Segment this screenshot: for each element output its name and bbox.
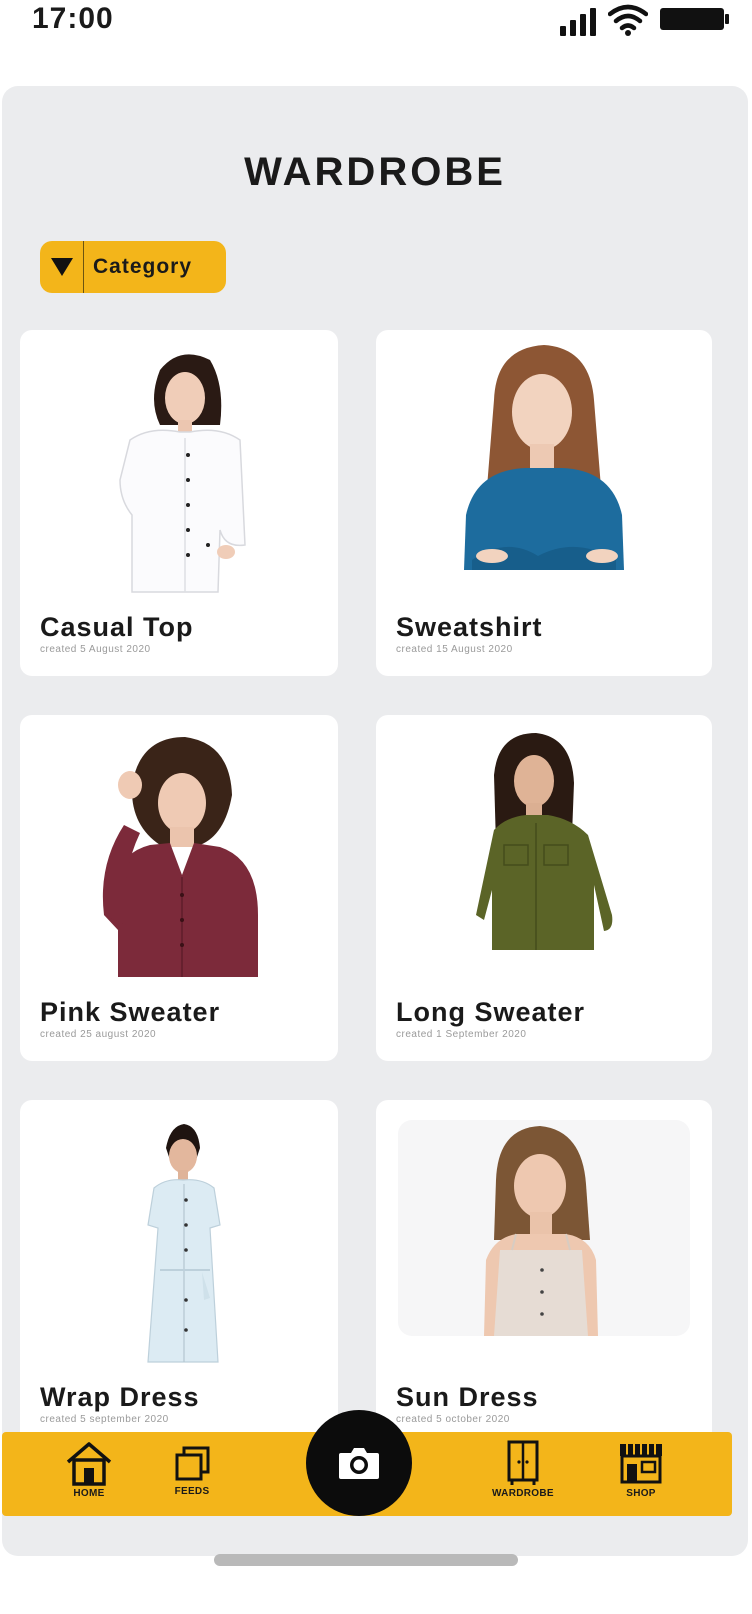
- wardrobe-item-card[interactable]: Long Sweater created 1 September 2020: [376, 715, 712, 1061]
- item-name: Wrap Dress: [40, 1382, 200, 1412]
- wardrobe-item-card[interactable]: Pink Sweater created 25 august 2020: [20, 715, 338, 1061]
- category-filter-label: Category: [93, 255, 193, 278]
- nav-shop-label: SHOP: [626, 1488, 656, 1499]
- sweatshirt-photo: [464, 345, 624, 570]
- shop-icon: [620, 1444, 662, 1484]
- nav-home[interactable]: HOME: [64, 1440, 114, 1499]
- wardrobe-panel: WARDROBE Category Casual Top created 5 A…: [2, 86, 748, 1556]
- camera-icon: [339, 1448, 379, 1479]
- item-date: created 1 September 2020: [396, 1029, 527, 1040]
- dropdown-triangle-icon: [40, 241, 84, 293]
- wrap-dress-photo: [147, 1124, 221, 1363]
- home-icon: [66, 1442, 112, 1486]
- sun-dress-photo: [398, 1120, 690, 1336]
- wardrobe-item-card[interactable]: Wrap Dress created 5 september 2020: [20, 1100, 338, 1446]
- nav-feeds[interactable]: FEEDS: [172, 1440, 212, 1497]
- battery-icon: [660, 8, 729, 30]
- item-date: created 5 August 2020: [40, 644, 151, 655]
- pink-sweater-photo: [102, 737, 258, 977]
- nav-wardrobe-label: WARDROBE: [492, 1488, 554, 1499]
- item-name: Pink Sweater: [40, 997, 221, 1027]
- long-sweater-photo: [476, 733, 613, 950]
- camera-button[interactable]: [306, 1410, 412, 1516]
- home-indicator[interactable]: [214, 1554, 518, 1566]
- nav-feeds-label: FEEDS: [174, 1486, 210, 1497]
- wardrobe-icon: [507, 1440, 539, 1485]
- wardrobe-screen: 17:00 WARDROBE Category Casual Top creat…: [0, 0, 752, 1614]
- wifi-icon: [608, 4, 648, 36]
- item-date: created 25 august 2020: [40, 1029, 157, 1040]
- item-name: Sun Dress: [396, 1382, 539, 1412]
- nav-home-label: HOME: [73, 1488, 105, 1499]
- wardrobe-item-card[interactable]: Sun Dress created 5 october 2020: [376, 1100, 712, 1446]
- status-time: 17:00: [32, 2, 114, 35]
- item-name: Long Sweater: [396, 997, 586, 1027]
- casual-top-photo: [119, 354, 246, 593]
- item-date: created 5 october 2020: [396, 1414, 510, 1425]
- status-icons: [560, 4, 729, 36]
- wardrobe-item-card[interactable]: Sweatshirt created 15 August 2020: [376, 330, 712, 676]
- item-name: Casual Top: [40, 612, 194, 642]
- category-filter-button[interactable]: Category: [40, 241, 226, 293]
- signal-icon: [560, 6, 596, 36]
- nav-shop[interactable]: SHOP: [616, 1440, 666, 1499]
- feeds-icon: [175, 1446, 210, 1481]
- wardrobe-item-card[interactable]: Casual Top created 5 August 2020: [20, 330, 338, 676]
- page-title: WARDROBE: [244, 150, 506, 194]
- item-date: created 15 August 2020: [396, 644, 513, 655]
- status-bar: 17:00: [0, 0, 752, 44]
- item-date: created 5 september 2020: [40, 1414, 169, 1425]
- item-name: Sweatshirt: [396, 612, 543, 642]
- nav-wardrobe[interactable]: WARDROBE: [492, 1440, 554, 1499]
